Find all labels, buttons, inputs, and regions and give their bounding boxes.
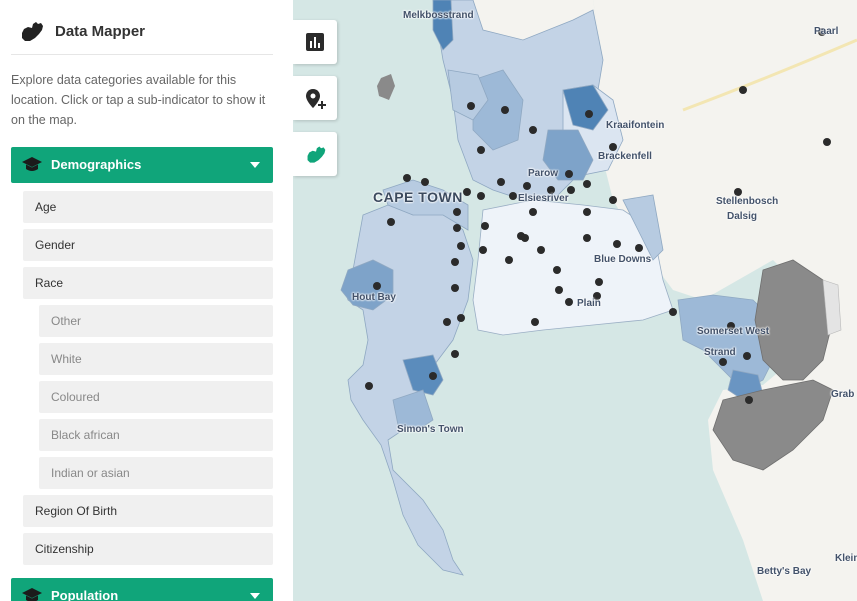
category-population[interactable]: Population [11,578,273,601]
indicator-race[interactable]: Race [23,267,273,299]
map-label-paarl: Paarl [814,26,839,37]
category-label: Demographics [51,157,142,172]
map-label-hout-bay: Hout Bay [352,292,396,303]
indicator-label: Citizenship [35,542,94,556]
sub-indicator-black-african[interactable]: Black african [39,419,273,451]
graduation-cap-icon [22,588,42,601]
map-label-strand: Strand [704,347,736,358]
indicator-region-of-birth[interactable]: Region Of Birth [23,495,273,527]
map-label-somerset-west: Somerset West [697,326,770,337]
data-mapper-button[interactable] [293,132,337,176]
sub-indicator-label: Indian or asian [51,466,130,480]
map-label-stellenbosch: Stellenbosch [716,196,779,207]
bar-chart-icon [306,33,324,51]
map-canvas[interactable]: Melkbosstrand Paarl Kraaifontein Bracken… [293,0,857,601]
category-demographics[interactable]: Demographics [11,147,273,183]
indicator-citizenship[interactable]: Citizenship [23,533,273,565]
panel-intro-text: Explore data categories available for th… [11,73,266,127]
map-label-blue-downs: Blue Downs [594,254,652,265]
map-label-parow: Parow [528,168,559,179]
indicator-label: Age [35,200,57,214]
map-label-cape-town: CAPE TOWN [373,189,463,205]
map-label-dalsig: Dalsig [727,211,758,222]
island [377,74,395,100]
map-label-kraaifontein: Kraaifontein [606,120,665,131]
data-mapper-panel: Data Mapper Explore data categories avai… [0,0,293,601]
map-label-kleinmond: Klein [835,553,857,564]
add-location-icon [306,89,326,109]
indicator-label: Race [35,276,64,290]
sub-indicator-label: White [51,352,82,366]
graduation-cap-icon [22,157,42,171]
map-label-elsiesriver: Elsiesriver [518,193,569,204]
south-africa-map-icon [22,22,43,41]
chevron-down-icon[interactable] [250,593,260,599]
region-melkbos [432,0,454,51]
sub-indicator-label: Black african [51,428,120,442]
sub-indicator-indian-or-asian[interactable]: Indian or asian [39,457,273,489]
indicator-label: Gender [35,238,76,252]
sub-indicator-white[interactable]: White [39,343,273,375]
indicator-label: Region Of Birth [35,504,118,518]
sub-indicator-label: Other [51,314,82,328]
chevron-down-icon[interactable] [250,162,260,168]
map-label-bettys-bay: Betty's Bay [757,566,812,577]
sub-indicator-other[interactable]: Other [39,305,273,337]
panel-header: Data Mapper [11,0,273,55]
add-location-button[interactable] [293,76,337,120]
panel-title: Data Mapper [55,23,146,40]
map-label-melkbosstrand: Melkbosstrand [403,10,474,21]
chart-view-button[interactable] [293,20,337,64]
indicator-age[interactable]: Age [23,191,273,223]
category-label: Population [51,588,119,601]
map-label-brackenfell: Brackenfell [598,151,652,162]
south-africa-map-icon [307,146,326,163]
map-label-simons-town: Simon's Town [397,424,464,435]
sub-indicator-label: Coloured [51,390,100,404]
sub-indicator-coloured[interactable]: Coloured [39,381,273,413]
indicator-gender[interactable]: Gender [23,229,273,261]
map-label-grabouw: Grab [831,389,855,400]
map-label-plain: Plain [577,298,601,309]
